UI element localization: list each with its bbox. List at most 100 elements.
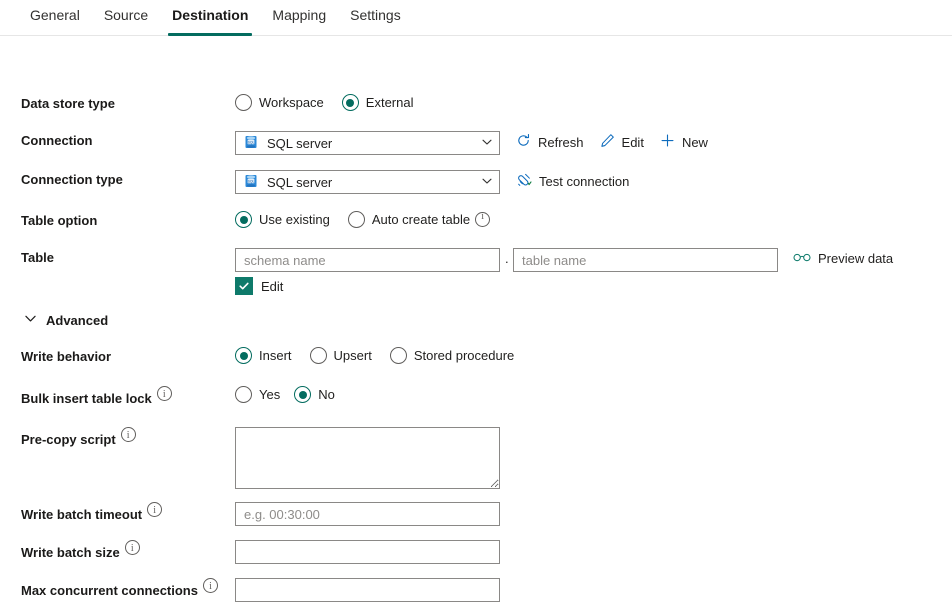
info-icon[interactable] xyxy=(147,502,162,517)
info-icon[interactable] xyxy=(157,386,172,401)
test-connection-button[interactable]: Test connection xyxy=(516,172,629,191)
write-behavior-label: Write behavior xyxy=(21,347,111,367)
radio-label: Workspace xyxy=(259,95,324,110)
radio-workspace[interactable]: Workspace xyxy=(235,94,324,111)
tab-label: Settings xyxy=(350,7,401,23)
data-store-type-label: Data store type xyxy=(21,94,115,114)
connection-type-commands: Test connection xyxy=(516,172,645,191)
row-data-store-type: Data store type Workspace External xyxy=(0,94,952,124)
table-label: Table xyxy=(21,248,54,268)
row-max-concurrent-connections: Max concurrent connections xyxy=(0,578,952,608)
row-pre-copy-script: Pre-copy script xyxy=(0,427,952,491)
connection-type-value: SQL server xyxy=(267,175,481,190)
plug-icon xyxy=(516,172,532,191)
sql-database-icon: SQL xyxy=(244,135,258,152)
pencil-icon xyxy=(600,133,615,151)
glasses-icon xyxy=(793,250,811,267)
radio-indicator xyxy=(235,94,252,111)
bulk-insert-table-lock-label: Bulk insert table lock xyxy=(21,386,172,409)
radio-indicator xyxy=(310,347,327,364)
test-connection-label: Test connection xyxy=(539,174,629,189)
connection-commands: Refresh Edit New xyxy=(516,133,724,151)
write-batch-timeout-input[interactable] xyxy=(235,502,500,526)
schema-table-separator: . xyxy=(505,251,509,266)
advanced-label: Advanced xyxy=(46,313,108,328)
pre-copy-script-textarea[interactable] xyxy=(235,427,500,489)
tab-general[interactable]: General xyxy=(18,0,92,36)
pre-copy-script-label: Pre-copy script xyxy=(21,427,136,450)
label-text: Write batch timeout xyxy=(21,507,142,522)
connection-type-dropdown[interactable]: SQL SQL server xyxy=(235,170,500,194)
radio-auto-create-table[interactable]: Auto create table xyxy=(348,211,490,228)
write-batch-size-input[interactable] xyxy=(235,540,500,564)
info-icon[interactable] xyxy=(475,212,490,227)
connection-label: Connection xyxy=(21,131,93,151)
max-concurrent-connections-input[interactable] xyxy=(235,578,500,602)
connection-type-dropdown-wrap: SQL SQL server xyxy=(235,170,500,194)
new-label: New xyxy=(682,135,708,150)
table-name-input[interactable] xyxy=(513,248,778,272)
connection-type-label: Connection type xyxy=(21,170,123,190)
sql-database-icon: SQL xyxy=(244,174,258,191)
radio-label: Insert xyxy=(259,348,292,363)
edit-checkbox[interactable]: Edit xyxy=(235,277,283,295)
connection-dropdown[interactable]: SQL SQL server xyxy=(235,131,500,155)
max-concurrent-connections-label: Max concurrent connections xyxy=(21,578,218,601)
tab-destination[interactable]: Destination xyxy=(160,0,260,36)
tab-mapping[interactable]: Mapping xyxy=(260,0,338,36)
radio-upsert[interactable]: Upsert xyxy=(310,347,372,364)
radio-label: External xyxy=(366,95,414,110)
preview-data-button[interactable]: Preview data xyxy=(793,250,893,267)
radio-indicator xyxy=(390,347,407,364)
radio-indicator xyxy=(235,211,252,228)
row-table-edit: Edit xyxy=(0,277,952,307)
radio-insert[interactable]: Insert xyxy=(235,347,292,364)
new-connection-button[interactable]: New xyxy=(660,133,708,151)
row-connection: Connection SQL SQL server xyxy=(0,131,952,161)
radio-indicator xyxy=(348,211,365,228)
write-batch-size-label: Write batch size xyxy=(21,540,140,563)
radio-label: Auto create table xyxy=(372,212,470,227)
radio-stored-procedure[interactable]: Stored procedure xyxy=(390,347,514,364)
radio-bulk-yes[interactable]: Yes xyxy=(235,386,280,403)
table-option-label: Table option xyxy=(21,211,97,231)
radio-indicator xyxy=(235,386,252,403)
write-behavior-radio-group: Insert Upsert Stored procedure xyxy=(235,347,532,364)
radio-external[interactable]: External xyxy=(342,94,414,111)
radio-bulk-no[interactable]: No xyxy=(294,386,335,403)
radio-indicator xyxy=(235,347,252,364)
edit-connection-button[interactable]: Edit xyxy=(600,133,644,151)
chevron-down-icon xyxy=(481,175,493,190)
refresh-connection-button[interactable]: Refresh xyxy=(516,133,584,151)
chevron-down-icon xyxy=(24,312,37,328)
connection-value: SQL server xyxy=(267,136,481,151)
svg-text:SQL: SQL xyxy=(248,140,255,144)
radio-indicator xyxy=(342,94,359,111)
data-store-type-radio-group: Workspace External xyxy=(235,94,432,111)
radio-use-existing[interactable]: Use existing xyxy=(235,211,330,228)
label-text: Max concurrent connections xyxy=(21,583,198,598)
tab-settings[interactable]: Settings xyxy=(338,0,413,36)
radio-label: Yes xyxy=(259,387,280,402)
radio-indicator xyxy=(294,386,311,403)
svg-text:SQL: SQL xyxy=(248,179,255,183)
schema-name-input[interactable] xyxy=(235,248,500,272)
tab-label: Mapping xyxy=(272,7,326,23)
tab-bar: General Source Destination Mapping Setti… xyxy=(0,0,952,36)
refresh-label: Refresh xyxy=(538,135,584,150)
info-icon[interactable] xyxy=(125,540,140,555)
label-text: Bulk insert table lock xyxy=(21,391,152,406)
table-option-radio-group: Use existing Auto create table xyxy=(235,211,508,228)
row-write-batch-timeout: Write batch timeout xyxy=(0,502,952,532)
chevron-down-icon xyxy=(481,136,493,151)
info-icon[interactable] xyxy=(203,578,218,593)
info-icon[interactable] xyxy=(121,427,136,442)
edit-checkbox-label: Edit xyxy=(261,279,283,294)
tab-label: Destination xyxy=(172,7,248,23)
preview-data-label: Preview data xyxy=(818,251,893,266)
row-bulk-insert-table-lock: Bulk insert table lock Yes No xyxy=(0,386,952,416)
advanced-section-toggle[interactable]: Advanced xyxy=(24,312,108,328)
label-text: Write batch size xyxy=(21,545,120,560)
tab-source[interactable]: Source xyxy=(92,0,160,36)
tab-label: Source xyxy=(104,7,148,23)
